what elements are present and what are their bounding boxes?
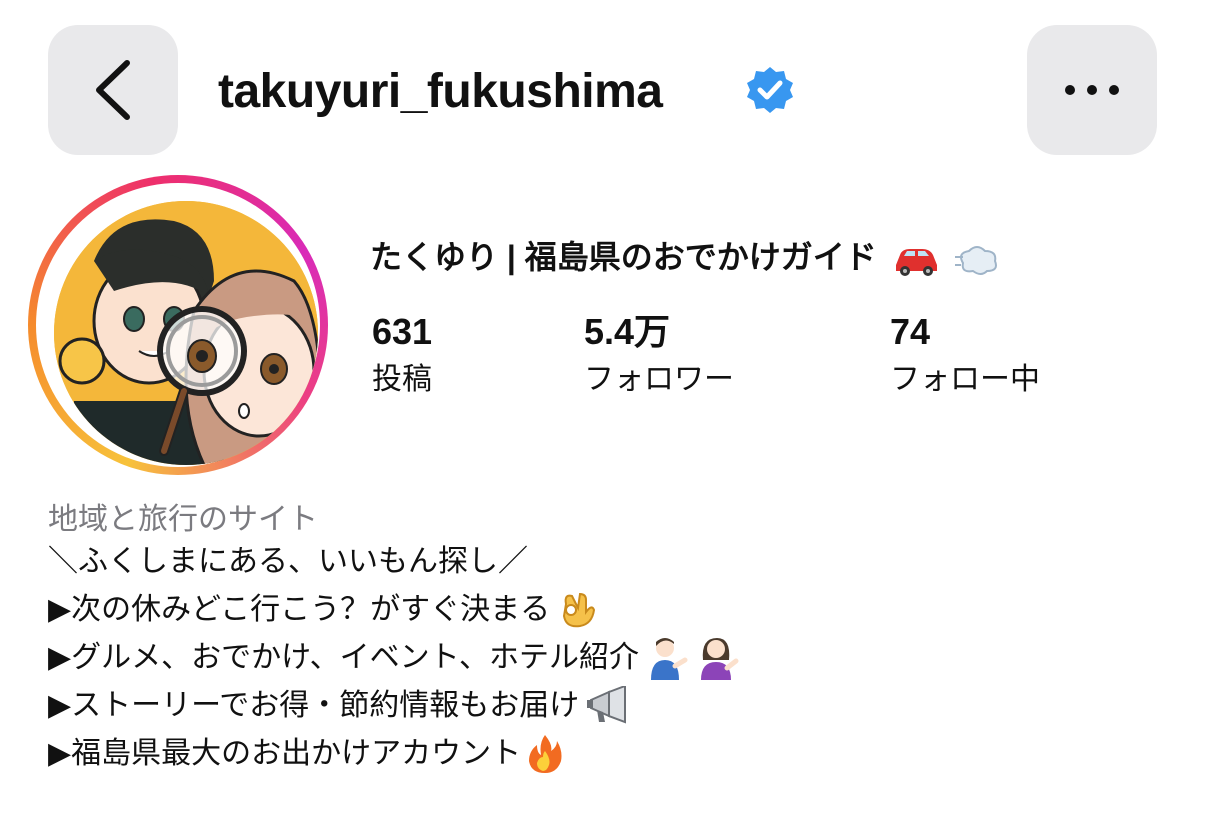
avatar-illustration xyxy=(54,201,318,465)
ellipsis-icon xyxy=(1065,85,1119,95)
tipping-hand-woman-emoji-icon xyxy=(700,638,739,680)
username: takuyuri_fukushima xyxy=(218,65,663,118)
verified-badge-icon xyxy=(747,67,793,113)
more-options-button[interactable] xyxy=(1027,25,1157,155)
tipping-hand-person-emoji-icon xyxy=(650,638,688,680)
followers-count[interactable]: 5.4万 フォロワー xyxy=(584,312,734,400)
bio-line-text: ＼ふくしまにある、いいもん探し／ xyxy=(48,545,528,578)
bio-line: ▶ストーリーでお得・節約情報もお届け xyxy=(48,682,739,730)
megaphone-emoji-icon xyxy=(587,686,627,724)
following-count[interactable]: 74 フォロー中 xyxy=(890,312,1040,400)
bio-line: ▶福島県最大のお出かけアカウント xyxy=(48,730,739,778)
bio-line: ＼ふくしまにある、いいもん探し／ xyxy=(48,538,739,586)
stat-label: フォロー中 xyxy=(890,363,1040,396)
bio: ＼ふくしまにある、いいもん探し／ ▶次の休みどこ行こう？がすぐ決まる ▶グルメ、… xyxy=(48,538,739,778)
profile-category: 地域と旅行のサイト xyxy=(48,503,318,536)
display-name-text: たくゆり | 福島県のおでかけガイド xyxy=(370,239,877,275)
fire-emoji-icon xyxy=(529,735,562,773)
bio-line-text: ▶次の休みどこ行こう？がすぐ決まる xyxy=(48,593,551,626)
ok-hand-emoji-icon xyxy=(563,592,596,628)
bio-line: ▶次の休みどこ行こう？がすぐ決まる xyxy=(48,586,739,634)
display-name: たくゆり | 福島県のおでかけガイド xyxy=(370,232,999,278)
stat-value: 631 xyxy=(372,311,433,352)
bio-line-text: ▶ストーリーでお得・節約情報もお届け xyxy=(48,689,580,722)
back-button[interactable] xyxy=(48,25,178,155)
car-emoji-icon xyxy=(895,248,937,276)
bio-line-text: ▶グルメ、おでかけ、イベント、ホテル紹介 xyxy=(48,641,639,674)
dash-emoji-icon xyxy=(954,245,997,275)
bio-line-text: ▶福島県最大のお出かけアカウント xyxy=(48,737,522,770)
bio-line: ▶グルメ、おでかけ、イベント、ホテル紹介 xyxy=(48,634,739,682)
stat-label: 投稿 xyxy=(372,363,432,396)
stat-value: 74 xyxy=(890,311,931,352)
stat-label: フォロワー xyxy=(584,363,734,396)
chevron-left-icon xyxy=(96,60,130,120)
profile-avatar[interactable] xyxy=(28,175,328,475)
posts-count[interactable]: 631 投稿 xyxy=(372,312,432,400)
stat-value: 5.4万 xyxy=(584,311,671,352)
